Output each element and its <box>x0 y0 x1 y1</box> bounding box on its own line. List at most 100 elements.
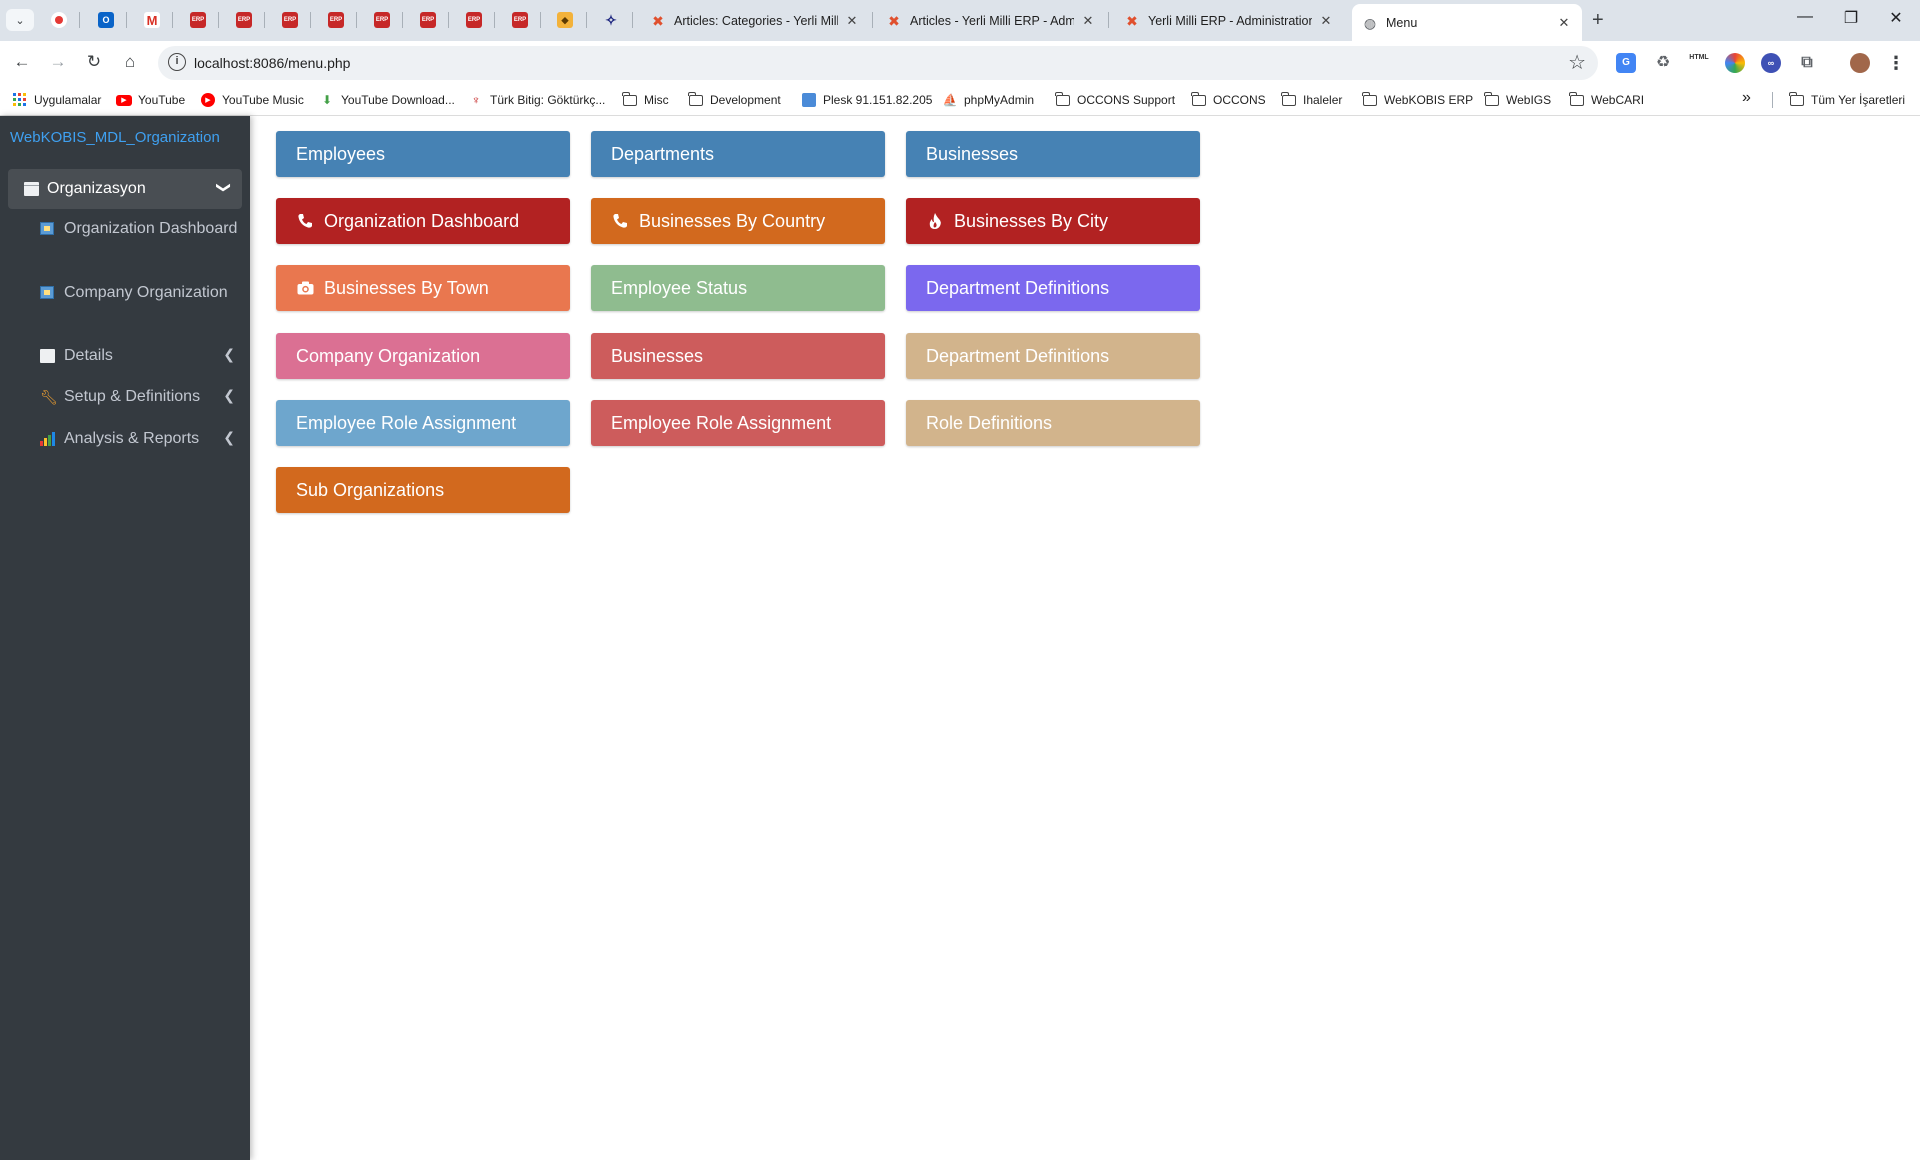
bookmark-development[interactable]: Development <box>688 91 781 108</box>
sidebar-item-organization-dashboard[interactable]: Organization Dashboard <box>40 217 240 240</box>
bookmark-phpmyadmin[interactable]: ⛵ phpMyAdmin <box>942 92 1035 108</box>
back-button[interactable]: ← <box>10 51 34 75</box>
new-tab-button[interactable]: + <box>1592 9 1604 32</box>
bookmark-youtube-music[interactable]: ▶ YouTube Music <box>200 92 304 108</box>
bookmarks-overflow-button[interactable]: » <box>1742 89 1751 107</box>
more-vert-icon[interactable]: ⋮ <box>1886 53 1906 73</box>
sidebar-item-setup-definitions[interactable]: 🔧︎ Setup & Definitions ❮ <box>40 386 235 410</box>
sidebar-group-organizasyon[interactable]: Organizasyon ❯ <box>8 169 242 209</box>
close-icon[interactable]: ✕ <box>844 13 860 29</box>
tile-employee-status-button[interactable]: Employee Status <box>591 265 885 311</box>
pinned-tab[interactable]: ERP <box>460 8 488 32</box>
reload-icon: ↻ <box>86 52 102 71</box>
close-icon[interactable]: ✕ <box>1556 15 1572 31</box>
tile-employees-button[interactable]: Employees <box>276 131 570 177</box>
tab-administration[interactable]: ✖ Yerli Milli ERP - Administration ✕ <box>1114 6 1344 35</box>
folder-icon <box>1281 91 1297 108</box>
pinned-tab[interactable]: ◆ <box>551 8 579 32</box>
color-picker-icon[interactable] <box>1725 53 1745 73</box>
pinned-tab[interactable]: M <box>138 8 166 32</box>
bookmark-ihaleler[interactable]: Ihaleler <box>1281 91 1342 108</box>
pinned-tab[interactable]: ERP <box>368 8 396 32</box>
close-icon[interactable]: ✕ <box>1080 13 1096 29</box>
record-icon <box>51 12 67 28</box>
bookmark-webkobis-erp[interactable]: WebKOBIS ERP <box>1362 91 1473 108</box>
tile-businesses-by-town-button[interactable]: Businesses By Town <box>276 265 570 311</box>
tab-articles[interactable]: ✖ Articles - Yerli Milli ERP - Administr… <box>876 6 1106 35</box>
brand-link[interactable]: WebKOBIS_MDL_Organization <box>10 129 220 146</box>
sidebar-item-company-organization[interactable]: Company Organization <box>40 281 240 304</box>
tab-articles-categories[interactable]: ✖ Articles: Categories - Yerli Milli ERP… <box>640 6 870 35</box>
profile-avatar[interactable] <box>1850 53 1870 73</box>
pinned-tab[interactable]: ✧ <box>597 8 625 32</box>
bookmark-youtube[interactable]: ▶ YouTube <box>116 92 185 108</box>
tile-businesses-by-city-button[interactable]: Businesses By City <box>906 198 1200 244</box>
bookmark-occons[interactable]: OCCONS <box>1191 91 1266 108</box>
tile-label: Businesses By City <box>954 210 1109 231</box>
restore-button[interactable]: ❐ <box>1836 8 1866 28</box>
forward-button[interactable]: → <box>46 51 70 75</box>
bookmark-youtube-download[interactable]: ⬇ YouTube Download... <box>319 92 455 108</box>
bookmark-misc[interactable]: Misc <box>622 91 669 108</box>
bookmark-star-icon[interactable]: ☆ <box>1568 50 1586 75</box>
tile-organization-dashboard-button[interactable]: Organization Dashboard <box>276 198 570 244</box>
translate-icon[interactable]: G <box>1616 53 1636 73</box>
globe-icon: ◍ <box>1363 14 1377 31</box>
joomla-icon: ✖ <box>1126 12 1138 29</box>
turk-bitig-icon: ♆ <box>471 93 481 107</box>
bookmark-plesk[interactable]: Plesk 91.151.82.205 <box>801 92 932 108</box>
tile-departments-button[interactable]: Departments <box>591 131 885 177</box>
pinned-tab[interactable]: ERP <box>322 8 350 32</box>
pinned-tab[interactable]: ERP <box>506 8 534 32</box>
pinned-tab[interactable]: ERP <box>230 8 258 32</box>
reload-button[interactable]: ↻ <box>82 51 106 75</box>
tile-sub-organizations-button[interactable]: Sub Organizations <box>276 467 570 513</box>
bookmark-turk-bitig[interactable]: ♆ Türk Bitig: Göktürkç... <box>468 92 606 108</box>
pinned-tab[interactable]: O <box>92 8 120 32</box>
browser-tab-strip: ⌄ O M ERP ERP ERP ERP ERP ERP ERP ERP ◆ … <box>0 0 1920 41</box>
tile-company-organization-button[interactable]: Company Organization <box>276 333 570 379</box>
tile-department-definitions-button[interactable]: Department Definitions <box>906 333 1200 379</box>
hinge-icon[interactable]: HTML <box>1689 53 1709 73</box>
tile-department-definitions-button[interactable]: Department Definitions <box>906 265 1200 311</box>
window-close-button[interactable]: ✕ <box>1881 8 1911 28</box>
infinity-icon[interactable]: ∞ <box>1761 53 1781 73</box>
tab-title: Menu <box>1386 15 1418 30</box>
sidebar-item-label: Company Organization <box>64 284 228 301</box>
tab-search-button[interactable]: ⌄ <box>6 9 34 31</box>
recycle-icon[interactable]: ♻ <box>1653 53 1673 73</box>
home-button[interactable]: ⌂ <box>118 51 142 75</box>
folder-icon <box>1191 91 1207 108</box>
bookmark-all-bookmarks[interactable]: Tüm Yer İşaretleri <box>1789 91 1905 108</box>
extensions-puzzle-icon[interactable]: ⧉ <box>1797 53 1817 73</box>
bookmark-apps[interactable]: Uygulamalar <box>12 92 101 108</box>
bookmark-label: Development <box>710 93 781 107</box>
sidebar-item-analysis-reports[interactable]: Analysis & Reports ❮ <box>40 428 235 452</box>
bookmarks-separator <box>1772 92 1773 108</box>
close-icon[interactable]: ✕ <box>1318 13 1334 29</box>
site-info-icon[interactable]: i <box>168 53 186 71</box>
sidebar-item-label: Details <box>64 347 113 364</box>
address-bar[interactable]: i localhost:8086/menu.php ☆ <box>158 46 1598 80</box>
tab-menu[interactable]: ◍ Menu ✕ <box>1352 4 1582 41</box>
tile-businesses-button[interactable]: Businesses <box>591 333 885 379</box>
sidebar-item-details[interactable]: Details ❮ <box>40 345 235 369</box>
pinned-tab[interactable] <box>45 8 73 32</box>
tile-businesses-by-country-button[interactable]: Businesses By Country <box>591 198 885 244</box>
tile-businesses-button[interactable]: Businesses <box>906 131 1200 177</box>
sidebar: WebKOBIS_MDL_Organization Organizasyon ❯… <box>0 116 250 1160</box>
pinned-tab[interactable]: ERP <box>414 8 442 32</box>
bookmark-occons-support[interactable]: OCCONS Support <box>1055 91 1175 108</box>
bookmark-webigs[interactable]: WebIGS <box>1484 91 1551 108</box>
bookmark-webcari[interactable]: WebCARI <box>1569 91 1644 108</box>
tile-employee-role-assignment-button[interactable]: Employee Role Assignment <box>591 400 885 446</box>
site-icon: ERP <box>282 12 298 28</box>
tile-employee-role-assignment-button[interactable]: Employee Role Assignment <box>276 400 570 446</box>
minimize-button[interactable]: — <box>1790 8 1820 26</box>
outlook-icon: O <box>98 12 114 28</box>
tile-role-definitions-button[interactable]: Role Definitions <box>906 400 1200 446</box>
url-text[interactable]: localhost:8086/menu.php <box>194 55 350 71</box>
bookmark-label: YouTube Music <box>222 93 304 107</box>
pinned-tab[interactable]: ERP <box>276 8 304 32</box>
pinned-tab[interactable]: ERP <box>184 8 212 32</box>
